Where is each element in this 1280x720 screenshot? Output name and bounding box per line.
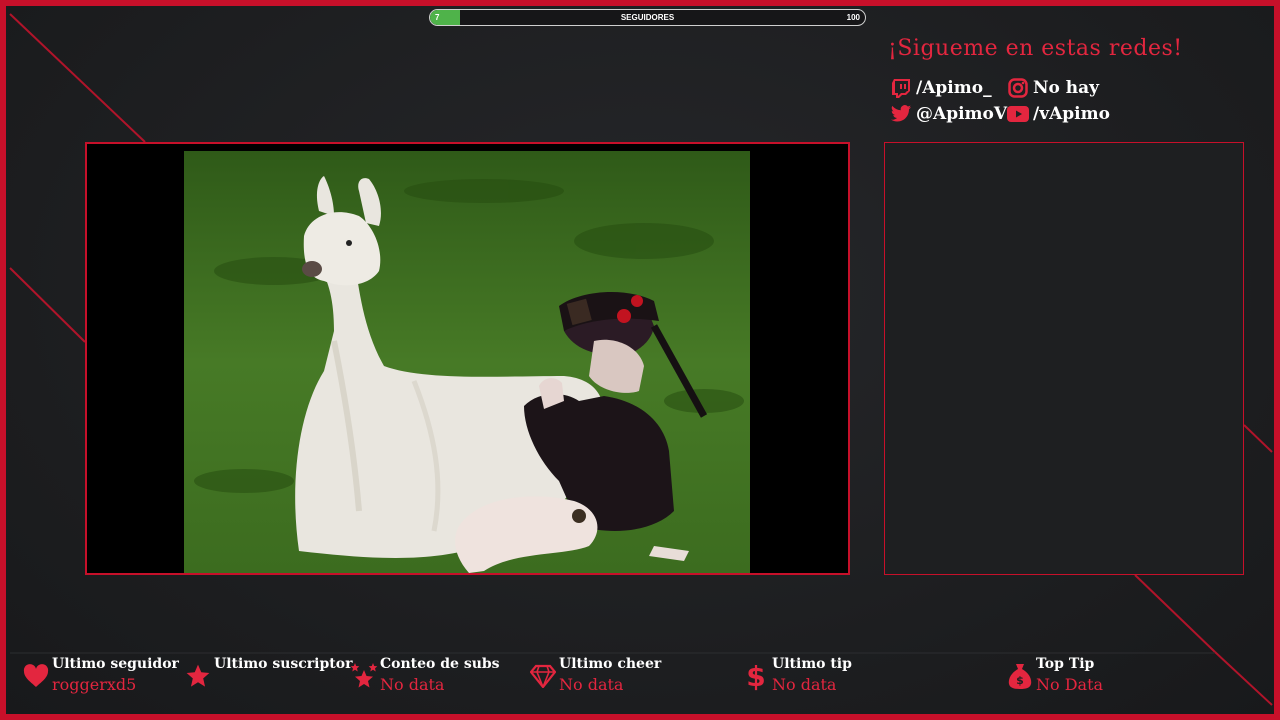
stat-label: Conteo de subs xyxy=(380,656,500,672)
social-twitch[interactable]: /Apimo_ xyxy=(890,77,992,99)
social-twitter-text: @ApimoV xyxy=(916,104,1008,124)
social-youtube-text: /vApimo xyxy=(1033,104,1110,124)
money-bag-icon: $ xyxy=(1006,662,1034,690)
youtube-icon xyxy=(1007,103,1029,125)
stat-value: No data xyxy=(772,675,837,694)
stat-value: roggerxd5 xyxy=(52,675,137,694)
stat-last-tip: $ Ultimo tip No data xyxy=(742,654,892,704)
social-twitter[interactable]: @ApimoV xyxy=(890,103,1007,125)
follower-goal-bar: 7 SEGUIDORES 100 xyxy=(429,9,866,26)
svg-text:$: $ xyxy=(1016,674,1024,687)
goal-target-count: 100 xyxy=(846,13,860,22)
star-icon xyxy=(184,662,212,690)
stat-top-tip: $ Top Tip No Data xyxy=(1006,654,1156,704)
stat-label: Ultimo suscriptor xyxy=(214,656,353,672)
social-instagram-text: No hay xyxy=(1033,78,1100,98)
social-twitch-text: /Apimo_ xyxy=(916,78,992,98)
twitter-icon xyxy=(890,103,912,125)
stat-value: No Data xyxy=(1036,675,1104,694)
social-title: ¡Sigueme en estas redes! xyxy=(888,36,1183,61)
stat-value: No data xyxy=(380,675,445,694)
heart-icon xyxy=(22,662,50,690)
stat-label: Ultimo cheer xyxy=(559,656,662,672)
dollar-icon: $ xyxy=(746,659,766,693)
social-youtube[interactable]: /vApimo xyxy=(1007,103,1110,125)
diamond-icon xyxy=(529,662,557,690)
stream-video-scene xyxy=(184,151,750,573)
stat-last-cheer: Ultimo cheer No data xyxy=(529,654,679,704)
chat-panel xyxy=(884,142,1244,575)
stat-label: Ultimo tip xyxy=(772,656,852,672)
stat-sub-count: Conteo de subs No data xyxy=(350,654,500,704)
stars-icon xyxy=(350,662,378,690)
social-instagram[interactable]: No hay xyxy=(1007,77,1099,99)
camera-panel xyxy=(85,142,850,575)
instagram-icon xyxy=(1007,77,1029,99)
stat-value: No data xyxy=(559,675,624,694)
stat-last-subscriber: Ultimo suscriptor xyxy=(184,654,352,704)
stat-label: Top Tip xyxy=(1036,656,1095,672)
goal-label: SEGUIDORES xyxy=(620,13,675,22)
twitch-icon xyxy=(890,77,912,99)
stat-last-follower: Ultimo seguidor roggerxd5 xyxy=(22,654,179,704)
stat-label: Ultimo seguidor xyxy=(52,656,179,672)
